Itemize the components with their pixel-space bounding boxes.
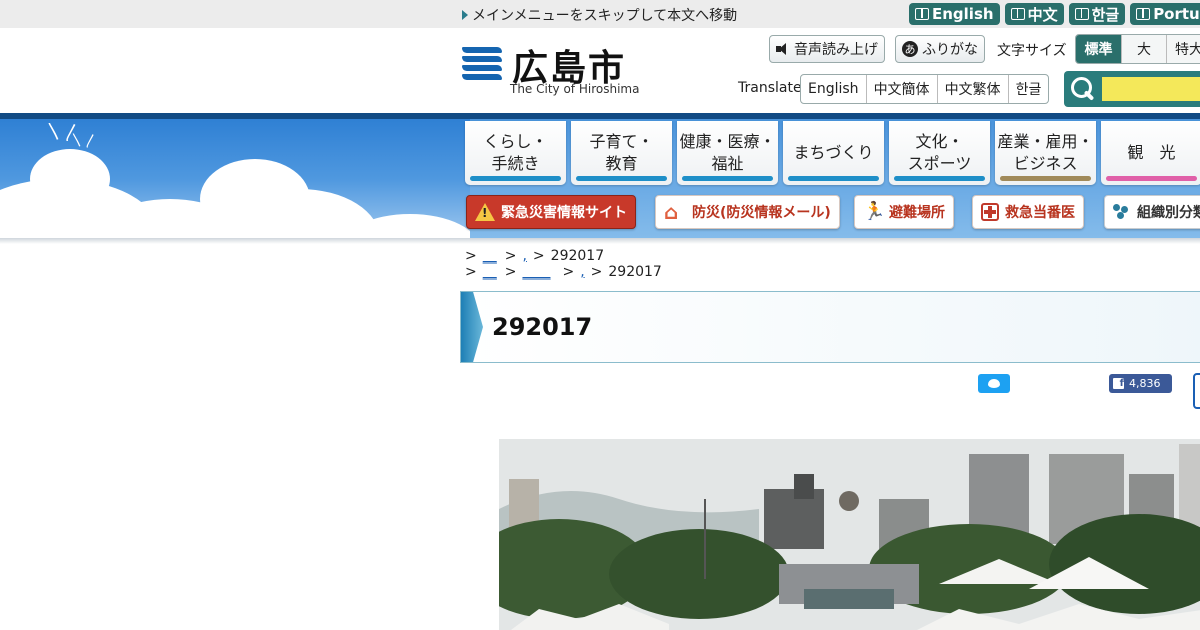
nav-item-urban-development[interactable]: まちづくり <box>783 121 884 185</box>
nav-item-health[interactable]: 健康・医療・ 福祉 <box>677 121 778 185</box>
translate-options: English 中文簡体 中文繁体 한글 <box>800 74 1050 104</box>
evacuation-site-button[interactable]: 🏃 避難場所 <box>854 195 954 229</box>
peace-memorial-ceremony-photo <box>499 439 1200 630</box>
running-person-icon: 🏃 <box>863 201 886 222</box>
search-input[interactable] <box>1102 77 1200 101</box>
translate-korean[interactable]: 한글 <box>1007 75 1049 103</box>
nav-item-tourism[interactable]: 観 光 <box>1101 121 1200 185</box>
twitter-icon <box>988 379 1000 388</box>
sky-banner-image: 〵〳 〵〳 〵〳 <box>0 119 470 239</box>
facebook-count: 4,836 <box>1129 377 1161 390</box>
page-title-box: 292017 <box>460 291 1200 363</box>
translate-traditional-chinese[interactable]: 中文繁体 <box>936 75 1008 103</box>
emergency-disaster-site-button[interactable]: 緊急災害情報サイト <box>466 195 636 229</box>
disaster-prevention-mail-button[interactable]: ⌂ 防災(防災情報メール) <box>655 195 840 229</box>
main-navigation: くらし・ 手続き 子育て・ 教育 健康・医療・ 福祉 まちづくり 文化・ スポー… <box>465 121 1200 185</box>
breadcrumb-link[interactable]: , <box>580 264 584 280</box>
skip-link-label: メインメニューをスキップして本文へ移動 <box>472 8 738 24</box>
language-tab-portuguese[interactable]: Portug <box>1130 3 1200 25</box>
text-size-extra-large[interactable]: 特大 <box>1166 35 1200 63</box>
text-size-label: 文字サイズ <box>997 43 1067 59</box>
top-bar: メインメニューをスキップして本文へ移動 English 中文 한글 Portug <box>0 0 1200 28</box>
breadcrumb-link[interactable]: , <box>522 248 526 264</box>
text-size-standard[interactable]: 標準 <box>1076 35 1121 63</box>
furigana-button[interactable]: あ ふりがな <box>895 35 985 63</box>
language-tab-english[interactable]: English <box>909 3 1000 25</box>
translate-simplified-chinese[interactable]: 中文簡体 <box>865 75 937 103</box>
breadcrumb-current: 292017 <box>550 248 605 264</box>
organization-list-button[interactable]: 組織別分類 <box>1104 195 1200 229</box>
breadcrumb-link[interactable]: ____ <box>522 264 556 280</box>
breadcrumb-current: 292017 <box>608 264 662 280</box>
people-icon <box>1113 204 1131 220</box>
nav-item-childcare[interactable]: 子育て・ 教育 <box>571 121 672 185</box>
twitter-share-button[interactable] <box>978 374 1010 393</box>
breadcrumb-row: > __ > , > 292017 <box>465 248 605 264</box>
site-search <box>1064 71 1200 107</box>
emergency-doctor-button[interactable]: 救急当番医 <box>972 195 1084 229</box>
breadcrumb-row: > __ > ____ > , > 292017 <box>465 264 662 280</box>
warning-icon <box>475 203 495 221</box>
book-icon <box>1136 8 1151 20</box>
dove-icon: 〵〳 <box>70 134 98 150</box>
banner-shadow <box>0 238 1200 244</box>
triangle-right-icon <box>462 10 468 20</box>
search-icon[interactable] <box>1070 76 1096 102</box>
text-size-selector: 標準 大 特大 <box>1075 34 1200 64</box>
book-icon <box>1010 8 1025 20</box>
nav-item-culture-sports[interactable]: 文化・ スポーツ <box>889 121 990 185</box>
translate-label: Translate <box>738 80 802 96</box>
skip-to-content-link[interactable]: メインメニューをスキップして本文へ移動 <box>462 5 737 25</box>
hiragana-a-icon: あ <box>902 41 918 57</box>
logo-english: The City of Hiroshima <box>510 82 640 96</box>
page-title: 292017 <box>492 313 593 341</box>
ceremony-photo-illustration <box>499 439 1200 630</box>
nav-item-living[interactable]: くらし・ 手続き <box>465 121 566 185</box>
share-button[interactable] <box>1193 373 1200 409</box>
nav-item-industry[interactable]: 産業・雇用・ ビジネス <box>995 121 1096 185</box>
book-icon <box>1074 8 1089 20</box>
speaker-icon <box>776 43 790 55</box>
translate-english[interactable]: English <box>801 75 866 103</box>
breadcrumb-link[interactable]: __ <box>483 248 499 264</box>
medical-cross-icon <box>981 203 999 221</box>
page: メインメニューをスキップして本文へ移動 English 中文 한글 Portug… <box>0 0 1200 630</box>
book-icon <box>915 8 929 20</box>
breadcrumb-link[interactable]: __ <box>483 264 499 280</box>
facebook-icon: f <box>1113 378 1124 389</box>
language-tab-chinese[interactable]: 中文 <box>1004 3 1064 25</box>
house-icon: ⌂ <box>664 200 679 224</box>
city-emblem-icon <box>462 47 502 85</box>
voice-reader-button[interactable]: 音声読み上げ <box>769 35 885 63</box>
breadcrumb: > __ > , > 292017 > __ > ____ > , > 2920… <box>465 248 662 280</box>
language-tabs: English 中文 한글 Portug <box>909 3 1200 25</box>
dove-icon: 〵〳 <box>25 169 105 215</box>
title-accent <box>461 292 483 362</box>
text-size-large[interactable]: 大 <box>1121 35 1166 63</box>
facebook-share-button[interactable]: f 4,836 <box>1109 374 1172 393</box>
language-tab-korean[interactable]: 한글 <box>1068 3 1126 25</box>
